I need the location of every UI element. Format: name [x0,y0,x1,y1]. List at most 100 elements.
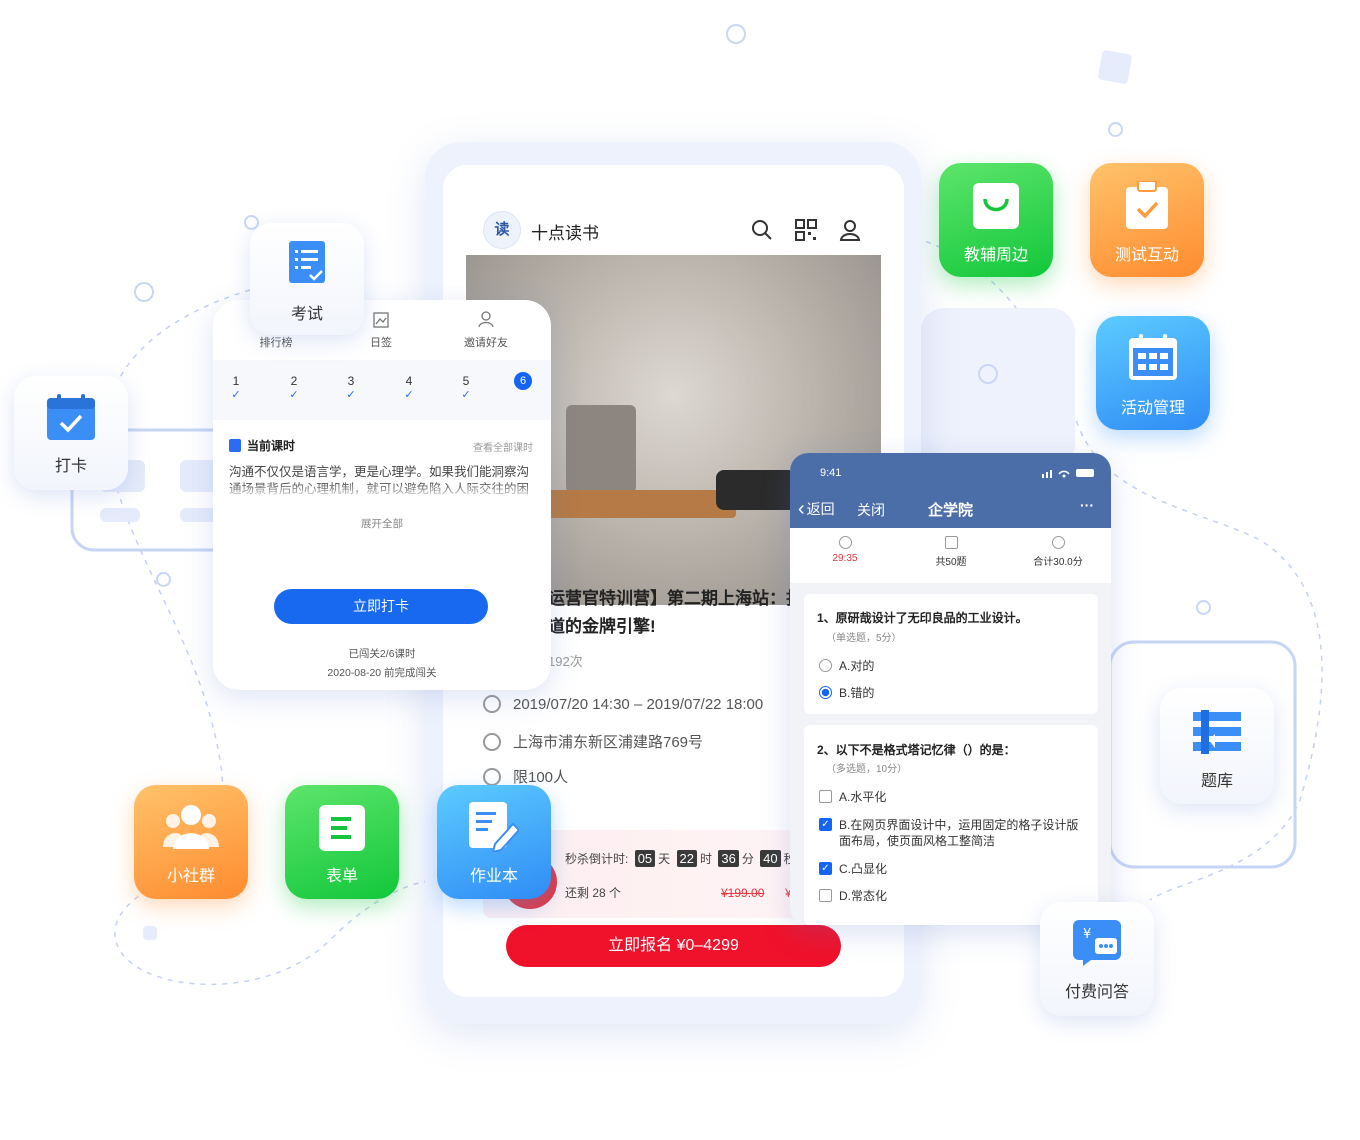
mug-shape [566,405,636,500]
check-icon: ✓ [461,389,471,401]
step-number: 1 [232,374,240,388]
person-icon [483,767,501,786]
view-all-lessons-link[interactable]: 查看全部课时 [473,439,533,454]
step-5[interactable]: 5 ✓ [456,374,476,402]
close-button[interactable]: 关闭 [857,500,885,520]
step-3[interactable]: 3 ✓ [341,374,361,402]
tile-paid-qa[interactable]: ¥ 付费问答 [1040,902,1154,1016]
shopping-bag-icon [973,183,1019,229]
option-label: A.水平化 [839,790,887,804]
back-label: 返回 [806,501,835,517]
step-1[interactable]: 1 ✓ [226,374,246,402]
tile-label: 题库 [1200,773,1233,790]
tile-test-interaction[interactable]: 测试互动 [1090,163,1204,277]
tile-label: 教辅周边 [963,247,1028,264]
checkin-progress: 已闯关2/6课时 [348,648,416,660]
calendar-icon [1129,334,1177,380]
tile-homework[interactable]: 作业本 [437,785,551,899]
tile-activity-management[interactable]: 活动管理 [1096,316,1210,430]
paid-qa-icon: ¥ [1073,920,1121,966]
stat-score: 合计30.0分 [1008,536,1108,568]
checkbox-unchecked[interactable] [819,790,832,803]
checkbox-checked[interactable]: ✓ [819,818,832,831]
deco-ring [726,24,746,44]
question-type: （多选题，10分） [826,764,908,775]
course-title-line1: 运营官特训营】第二期上海站：打 [548,589,803,608]
checkbox-unchecked[interactable] [819,889,832,902]
tab-leaderboard[interactable]: 排行榜 [241,334,311,350]
brand-name: 十点读书 [531,224,599,243]
question-title: 1、原研哉设计了无印良品的工业设计。 [817,611,1028,625]
option-b[interactable]: ✓ B.在网页界面设计中，运用固定的格子设计版面布局，使页面风格工整简洁 [819,817,1079,849]
svg-text:¥: ¥ [1083,927,1091,942]
location-icon [483,732,501,751]
tile-label: 表单 [325,868,358,885]
tile-form[interactable]: 表单 [285,785,399,899]
question-2: 2、以下不是格式塔记忆律（）的是： （多选题，10分） A.水平化 ✓ B.在网页… [804,725,1098,925]
stat-timer: 29:35 [795,536,895,564]
tile-community[interactable]: 小社群 [134,785,248,899]
tab-daily-sign[interactable]: 日签 [346,334,416,350]
register-button[interactable]: 立即报名 ¥0–4299 [506,925,841,967]
countdown-days: 05 [634,850,656,867]
quiz-header: 9:41 ‹ 返回 关闭 企学院 ··· [790,453,1111,528]
quiz-card: 9:41 ‹ 返回 关闭 企学院 ··· 29:35 共50题 合计30.0分 1… [790,453,1111,925]
option-a[interactable]: A.水平化 [819,789,886,805]
quiz-title: 企学院 [928,502,974,519]
user-icon[interactable] [839,219,861,241]
address-row: 上海市浦东新区浦建路769号 [483,731,703,752]
deco-square [1097,49,1133,85]
stat-value: 合计30.0分 [1033,557,1083,568]
more-icon[interactable]: ··· [1080,497,1094,513]
limit-text: 限100人 [513,769,569,786]
option-label: B.在网页界面设计中，运用固定的格子设计版面布局，使页面风格工整简洁 [839,818,1079,848]
tile-checkin[interactable]: 打卡 [14,376,128,490]
checkin-button[interactable]: 立即打卡 [274,589,488,624]
deco-ring [1108,122,1123,137]
list-icon [944,536,958,549]
deco-ring [156,572,171,587]
countdown-row: 秒杀倒计时: 05天 22时 36分 40秒 [565,850,796,867]
radio-unchecked[interactable] [819,659,832,672]
minutes-unit: 分 [741,852,754,866]
qrcode-icon[interactable] [795,219,817,241]
homework-pen-icon [469,802,519,852]
deco-ring [134,282,154,302]
exam-icon [289,241,325,283]
tile-exam[interactable]: 考试 [250,223,364,335]
option-b[interactable]: B.错的 [819,685,874,701]
back-button[interactable]: ‹ 返回 [798,499,835,519]
step-6-active[interactable]: 6 [514,372,532,390]
tile-question-bank[interactable]: 题库 [1160,688,1274,804]
option-c[interactable]: ✓ C.凸显化 [819,861,887,877]
checkbox-checked[interactable]: ✓ [819,862,832,875]
time-row: 2019/07/20 14:30 – 2019/07/22 18:00 [483,695,763,713]
check-icon: ✓ [231,389,241,401]
course-title-line2: 道的金牌引擎! [548,617,656,636]
step-2[interactable]: 2 ✓ [284,374,304,402]
old-price: ¥199.00 [721,886,765,900]
current-lesson-label: 当前课时 [229,437,295,454]
option-d[interactable]: D.常态化 [819,888,887,904]
add-friend-icon [478,311,494,328]
option-a[interactable]: A.对的 [819,658,874,674]
trophy-icon [1051,536,1065,549]
tile-aux-store[interactable]: 教辅周边 [939,163,1053,277]
question-1: 1、原研哉设计了无印良品的工业设计。 （单选题，5分） A.对的 B.错的 [804,594,1098,714]
expand-all-link[interactable]: 展开全部 [213,516,551,531]
view-count: 192次 [548,654,583,669]
checkin-steps: 1 ✓ 2 ✓ 3 ✓ 4 ✓ 5 ✓ [213,360,551,420]
address-text: 上海市浦东新区浦建路769号 [513,734,704,751]
deco-square [143,926,157,940]
search-icon[interactable] [751,219,773,241]
days-unit: 天 [658,852,671,866]
tile-label: 活动管理 [1120,400,1185,417]
tab-invite[interactable]: 邀请好友 [451,334,521,350]
image-icon [373,312,389,328]
option-label: A.对的 [839,659,875,673]
deco-ring [978,364,998,384]
flash-label: 秒杀倒计时: [565,852,629,866]
step-4[interactable]: 4 ✓ [399,374,419,402]
question-title: 2、以下不是格式塔记忆律（）的是： [817,743,1016,757]
radio-checked[interactable] [819,686,832,699]
